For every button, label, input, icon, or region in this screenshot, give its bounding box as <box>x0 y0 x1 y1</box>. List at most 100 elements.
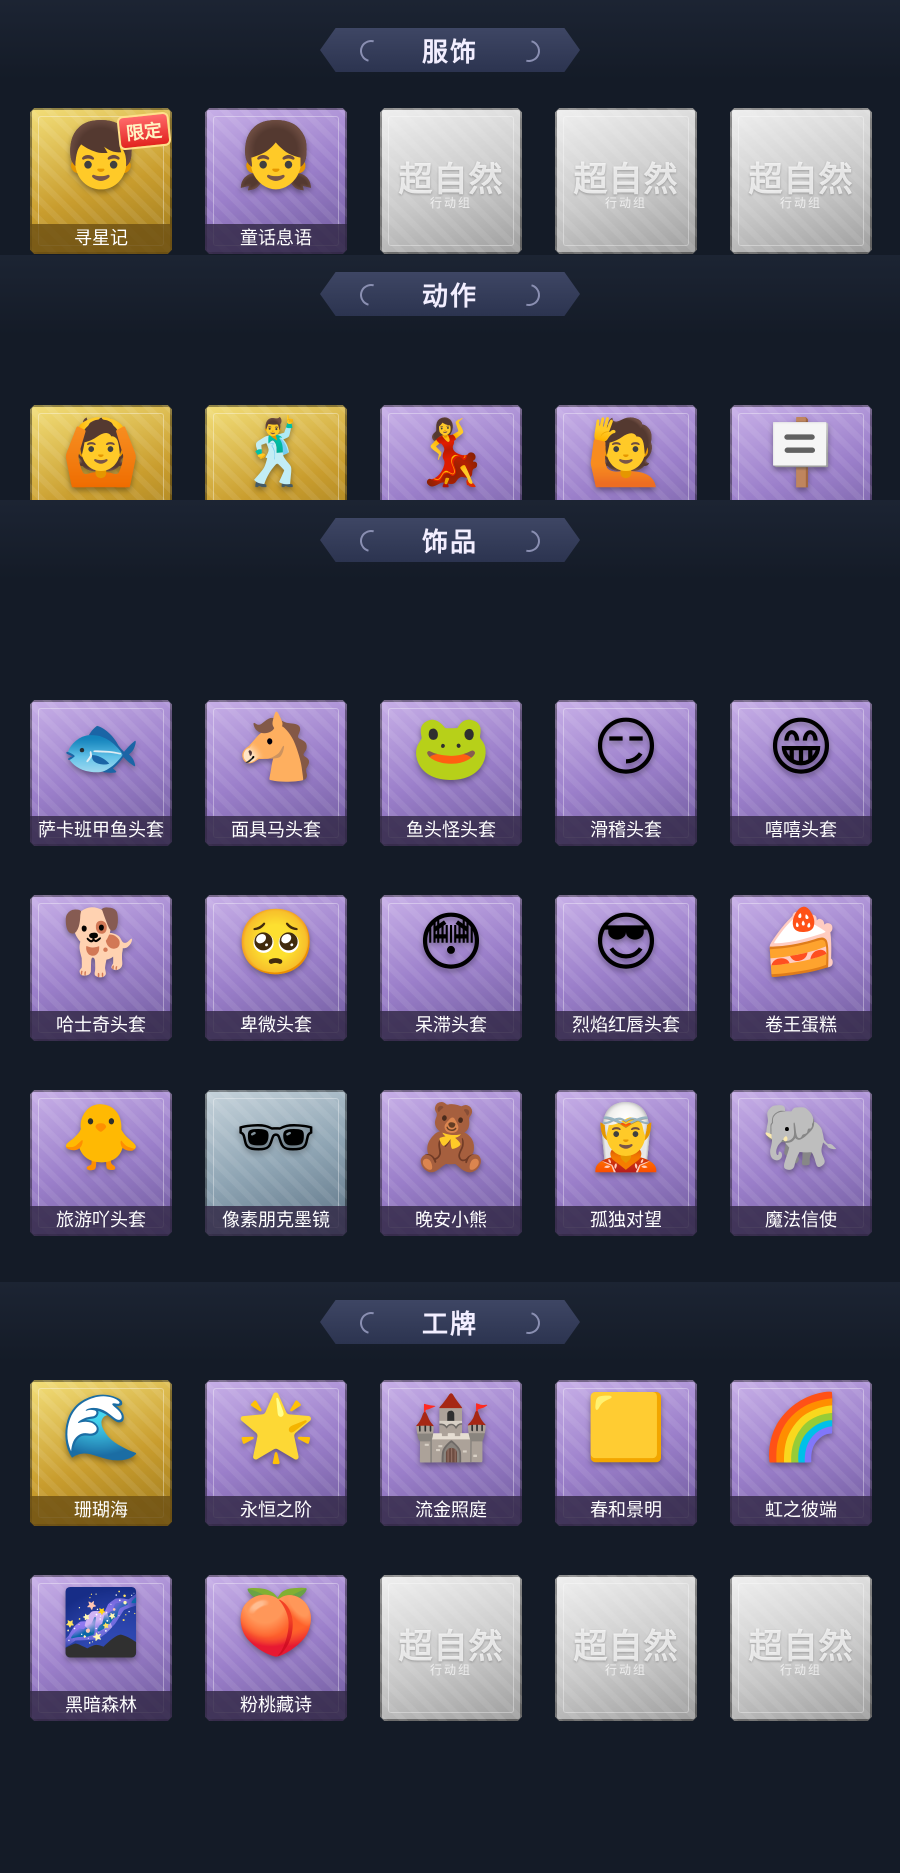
item-card[interactable]: 👦 寻星记 限定 <box>30 108 172 254</box>
item-card[interactable]: 🧝 孤独对望 <box>555 1090 697 1236</box>
stare-face-icon: 😳 <box>417 906 485 980</box>
swirl-decoration-icon <box>513 279 545 311</box>
locked-item-card[interactable]: 超自然 行动组 <box>380 108 522 254</box>
item-label: 鱼头怪头套 <box>380 816 522 846</box>
swirl-decoration-icon <box>513 525 545 557</box>
fish-head-icon: 🐟 <box>61 711 141 785</box>
item-card[interactable]: 👧 童话息语 <box>205 108 347 254</box>
item-card[interactable]: 🌟 永恒之阶 <box>205 1380 347 1526</box>
item-label: 黑暗森林 <box>30 1691 172 1721</box>
yellow-mascot-head-icon: 😎 <box>592 906 660 980</box>
roll-cake-icon: 🍰 <box>761 906 841 980</box>
badge-card-icon: 🌈 <box>761 1391 841 1465</box>
item-label: 永恒之阶 <box>205 1496 347 1526</box>
item-card[interactable]: 🧸 晚安小熊 <box>380 1090 522 1236</box>
swirl-decoration-icon <box>513 1307 545 1339</box>
item-label: 珊瑚海 <box>30 1496 172 1526</box>
item-card[interactable]: 🍑 粉桃藏诗 <box>205 1575 347 1721</box>
item-card[interactable]: 🕶 像素朋克墨镜 <box>205 1090 347 1236</box>
item-card[interactable]: 🐴 面具马头套 <box>205 700 347 846</box>
elephant-charm-icon: 🐘 <box>761 1101 841 1175</box>
item-label: 面具马头套 <box>205 816 347 846</box>
item-card[interactable]: 🐥 旅游吖头套 <box>30 1090 172 1236</box>
locked-item-card[interactable]: 超自然 行动组 <box>555 1575 697 1721</box>
placeholder-subtitle: 行动组 <box>779 196 822 210</box>
grin-face-icon: 😁 <box>767 711 835 785</box>
section-header: 工牌 <box>320 1300 580 1344</box>
locked-item-card[interactable]: 超自然 行动组 <box>380 1575 522 1721</box>
item-label: 晚安小熊 <box>380 1206 522 1236</box>
pleading-face-icon: 🥺 <box>236 906 316 980</box>
pixel-sunglasses-icon: 🕶 <box>235 1101 317 1175</box>
placeholder-subtitle: 行动组 <box>604 196 647 210</box>
item-card[interactable]: 😳 呆滞头套 <box>380 895 522 1041</box>
item-label: 流金照庭 <box>380 1496 522 1526</box>
bear-charm-icon: 🧸 <box>411 1101 491 1175</box>
item-label: 孤独对望 <box>555 1206 697 1236</box>
anime-girl-icon: 👧 <box>236 119 316 193</box>
locked-item-card[interactable]: 超自然 行动组 <box>730 1575 872 1721</box>
section-title: 服饰 <box>421 37 478 68</box>
smirk-face-icon: 😏 <box>592 711 660 785</box>
item-label: 嘻嘻头套 <box>730 816 872 846</box>
horse-head-icon: 🐴 <box>236 711 316 785</box>
item-card[interactable]: 😎 烈焰红唇头套 <box>555 895 697 1041</box>
item-label: 春和景明 <box>555 1496 697 1526</box>
item-label: 卷王蛋糕 <box>730 1011 872 1041</box>
swirl-decoration-icon <box>355 525 387 557</box>
placeholder-subtitle: 行动组 <box>604 1663 647 1677</box>
item-label: 魔法信使 <box>730 1206 872 1236</box>
limited-badge: 限定 <box>116 111 172 151</box>
item-card[interactable]: 🐕 哈士奇头套 <box>30 895 172 1041</box>
raise-hand-icon: 🙋 <box>586 416 666 490</box>
badge-card-icon: 🍑 <box>236 1586 316 1660</box>
item-label: 寻星记 <box>30 224 172 254</box>
item-label: 童话息语 <box>205 224 347 254</box>
item-card[interactable]: 🏰 流金照庭 <box>380 1380 522 1526</box>
section-header: 服饰 <box>320 28 580 72</box>
duck-head-icon: 🐥 <box>61 1101 141 1175</box>
swirl-decoration-icon <box>355 35 387 67</box>
item-card[interactable]: 😁 嘻嘻头套 <box>730 700 872 846</box>
item-label: 粉桃藏诗 <box>205 1691 347 1721</box>
placeholder-subtitle: 行动组 <box>429 1663 472 1677</box>
pose-figure-icon: 💃 <box>411 416 491 490</box>
section-header: 饰品 <box>320 518 580 562</box>
swirl-decoration-icon <box>513 35 545 67</box>
swirl-decoration-icon <box>355 279 387 311</box>
item-card[interactable]: 🍰 卷王蛋糕 <box>730 895 872 1041</box>
item-label: 烈焰红唇头套 <box>555 1011 697 1041</box>
item-label: 像素朋克墨镜 <box>205 1206 347 1236</box>
item-card[interactable]: 🌈 虹之彼端 <box>730 1380 872 1526</box>
item-card[interactable]: 🥺 卑微头套 <box>205 895 347 1041</box>
item-card[interactable]: 🐟 萨卡班甲鱼头套 <box>30 700 172 846</box>
badge-card-icon: 🌟 <box>236 1391 316 1465</box>
placeholder-subtitle: 行动组 <box>429 196 472 210</box>
locked-item-card[interactable]: 超自然 行动组 <box>555 108 697 254</box>
badge-card-icon: 🌌 <box>61 1586 141 1660</box>
badge-card-icon: 🌊 <box>61 1391 141 1465</box>
item-card[interactable]: 🐸 鱼头怪头套 <box>380 700 522 846</box>
dog-head-icon: 🐕 <box>61 906 141 980</box>
item-card[interactable]: 🟨 春和景明 <box>555 1380 697 1526</box>
badge-card-icon: 🟨 <box>586 1391 666 1465</box>
item-label: 虹之彼端 <box>730 1496 872 1526</box>
frog-fish-head-icon: 🐸 <box>411 711 491 785</box>
item-label: 旅游吖头套 <box>30 1206 172 1236</box>
hold-sign-icon: 🪧 <box>761 416 841 490</box>
locked-item-card[interactable]: 超自然 行动组 <box>730 108 872 254</box>
item-label: 滑稽头套 <box>555 816 697 846</box>
swirl-decoration-icon <box>355 1307 387 1339</box>
item-label: 哈士奇头套 <box>30 1011 172 1041</box>
figurine-charm-icon: 🧝 <box>586 1101 666 1175</box>
item-card[interactable]: 😏 滑稽头套 <box>555 700 697 846</box>
item-card[interactable]: 🌌 黑暗森林 <box>30 1575 172 1721</box>
item-label: 呆滞头套 <box>380 1011 522 1041</box>
section-header: 动作 <box>320 272 580 316</box>
section-title: 动作 <box>421 281 478 312</box>
section-title: 饰品 <box>421 527 478 558</box>
item-card[interactable]: 🌊 珊瑚海 <box>30 1380 172 1526</box>
item-card[interactable]: 🐘 魔法信使 <box>730 1090 872 1236</box>
item-label: 卑微头套 <box>205 1011 347 1041</box>
badge-card-icon: 🏰 <box>411 1391 491 1465</box>
